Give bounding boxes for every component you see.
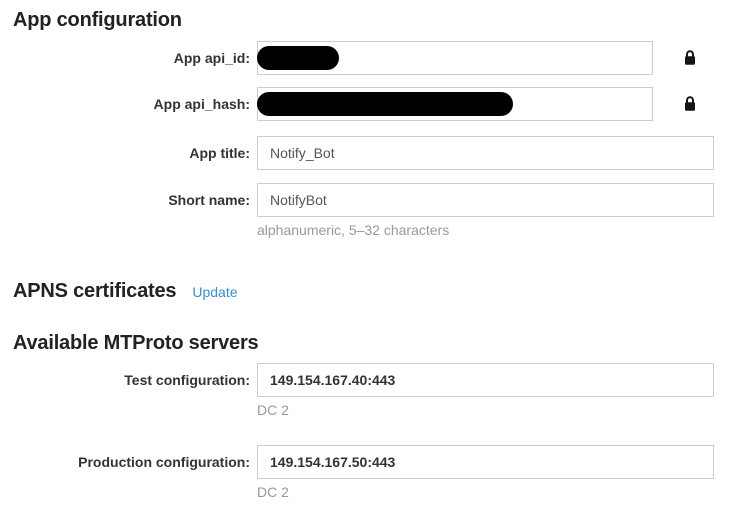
api-id-label: App api_id: [0,41,250,75]
form-row-api-id: App api_id: [0,41,752,75]
app-title-field [257,136,714,170]
production-configuration-field: DC 2 [257,445,714,501]
short-name-input[interactable] [257,183,714,217]
app-title-input[interactable] [257,136,714,170]
production-configuration-helper-text: DC 2 [257,484,714,501]
form-row-short-name: Short name: alphanumeric, 5–32 character… [0,183,752,239]
test-configuration-input[interactable] [257,363,714,397]
api-hash-field [257,87,653,121]
test-configuration-field: DC 2 [257,363,714,419]
section-apns-certificates: APNS certificates Update [0,279,752,303]
api-id-field [257,41,653,75]
api-id-input[interactable] [257,41,653,75]
test-configuration-helper-text: DC 2 [257,402,714,419]
form-row-api-hash: App api_hash: [0,87,752,121]
api-hash-label: App api_hash: [0,87,250,121]
lock-icon [683,95,697,112]
form-row-production-configuration: Production configuration: DC 2 [0,445,752,501]
form-row-test-configuration: Test configuration: DC 2 [0,363,752,419]
short-name-label: Short name: [0,183,250,217]
section-heading-apns-certificates: APNS certificates [13,279,176,303]
apns-update-link[interactable]: Update [192,284,237,300]
short-name-field: alphanumeric, 5–32 characters [257,183,714,239]
app-title-label: App title: [0,136,250,170]
test-configuration-label: Test configuration: [0,363,250,397]
lock-icon [683,49,697,66]
app-configuration-page: App configuration App api_id: App api_ha… [0,0,752,501]
mtproto-form: Test configuration: DC 2 Production conf… [0,363,752,501]
short-name-helper-text: alphanumeric, 5–32 characters [257,222,714,239]
api-hash-input[interactable] [257,87,653,121]
form-row-app-title: App title: [0,136,752,170]
section-heading-mtproto-servers: Available MTProto servers [13,331,752,355]
section-mtproto-servers: Available MTProto servers Test configura… [0,331,752,501]
app-configuration-form: App api_id: App api_hash: [0,41,752,239]
section-heading-app-configuration: App configuration [13,8,752,32]
production-configuration-input[interactable] [257,445,714,479]
production-configuration-label: Production configuration: [0,445,250,479]
